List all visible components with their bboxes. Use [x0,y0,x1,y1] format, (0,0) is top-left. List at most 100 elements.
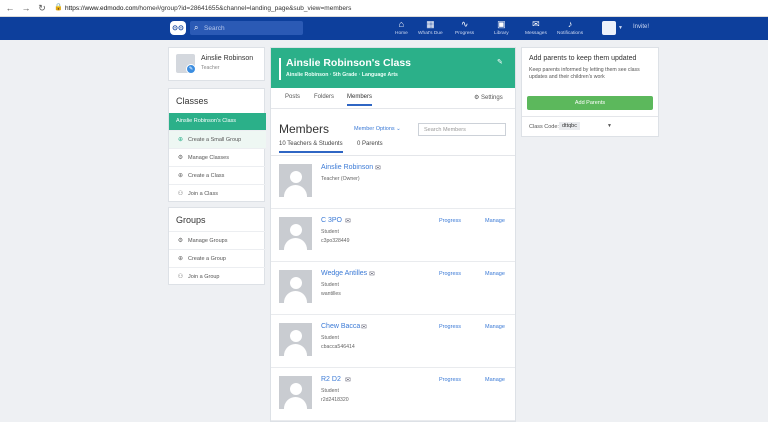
subtab-teachers-students[interactable]: 10 Teachers & Students [279,141,343,153]
parents-description: Keep parents informed by letting them se… [529,67,640,80]
search-input[interactable] [204,24,294,32]
nav-messages[interactable]: ✉ Messages [525,19,547,39]
header-accent-bar [279,58,281,80]
tab-posts[interactable]: Posts [285,94,300,100]
avatar-head [290,171,302,183]
member-options-dropdown[interactable]: Member Options ⌄ [354,126,401,132]
forward-arrow-icon[interactable]: → [20,2,32,14]
gear-icon: ⚙ [177,155,184,161]
classes-panel: Classes Ainslie Robinson's Class ⊕ Creat… [168,88,266,202]
parents-heading: Add parents to keep them updated [529,55,637,62]
settings-label: Settings [481,95,503,101]
member-role: Student [321,335,339,341]
search-members-input[interactable] [418,123,506,136]
member-avatar[interactable] [279,323,312,356]
avatar-body [284,185,307,197]
avatar-body [284,238,307,250]
profile-name[interactable]: Ainslie Robinson [201,55,253,62]
menu-label: Create a Class [188,172,225,179]
url-host: https://www.edmodo.com [65,4,138,12]
join-group-button[interactable]: ⚇ Join a Group [169,267,266,285]
library-icon: ▣ [497,19,506,29]
manage-groups-button[interactable]: ⚙ Manage Groups [169,231,266,249]
member-row: R2 D2 ✉ Student r2d2418320 Progress Mana… [271,368,515,421]
manage-link[interactable]: Manage [485,324,505,330]
nav-progress[interactable]: ∿ Progress [455,19,474,39]
nav-notifications[interactable]: ♪ Notifications [557,19,583,39]
user-avatar[interactable] [602,21,616,35]
invite-link[interactable]: Invite! [633,24,649,30]
nav-label: Home [395,31,408,36]
tab-folders[interactable]: Folders [314,94,334,100]
progress-link[interactable]: Progress [439,377,461,383]
class-title: Ainslie Robinson's Class [286,57,412,69]
sidebar-item-active-class[interactable]: Ainslie Robinson's Class [169,113,266,130]
progress-link[interactable]: Progress [439,218,461,224]
member-avatar[interactable] [279,270,312,303]
join-class-button[interactable]: ⚇ Join a Class [169,184,266,202]
reload-icon[interactable]: ↻ [36,2,48,14]
manage-link[interactable]: Manage [485,218,505,224]
chevron-down-icon[interactable]: ▼ [607,123,612,129]
tab-members[interactable]: Members [347,94,373,106]
back-arrow-icon[interactable]: ← [4,2,16,14]
create-group-button[interactable]: ⊕ Create a Group [169,249,266,267]
manage-classes-button[interactable]: ⚙ Manage Classes [169,148,266,166]
class-main-panel: Ainslie Robinson's Class Ainslie Robinso… [270,47,516,422]
nav-label: Library [494,31,509,36]
member-name[interactable]: R2 D2 [321,376,341,383]
member-avatar[interactable] [279,164,312,197]
address-bar[interactable]: https://www.edmodo.com/home#/group?id=28… [65,5,351,12]
gear-icon: ⚙ [474,95,482,101]
member-name[interactable]: Chew Bacca [321,323,360,330]
home-icon: ⌂ [398,19,405,29]
members-heading: Members [279,122,330,136]
avatar-head [290,330,302,342]
add-parents-button[interactable]: Add Parents [527,96,653,110]
progress-link[interactable]: Progress [439,324,461,330]
subtab-parents[interactable]: 0 Parents [357,141,383,147]
member-avatar[interactable] [279,217,312,250]
progress-link[interactable]: Progress [439,271,461,277]
plus-circle-icon: ⊕ [177,256,184,262]
envelope-icon[interactable]: ✉ [345,376,351,384]
edit-pencil-icon[interactable]: ✎ [497,58,503,66]
people-icon: ⚇ [177,274,184,280]
menu-label: Join a Group [188,273,220,280]
profile-role: Teacher [201,65,220,71]
envelope-icon[interactable]: ✉ [345,217,351,225]
settings-link[interactable]: ⚙ Settings [474,94,503,101]
member-username: r2d2418320 [321,397,349,403]
edmodo-logo-icon[interactable]: ⊙⊙ [170,21,186,35]
envelope-icon[interactable]: ✉ [369,270,375,278]
manage-link[interactable]: Manage [485,377,505,383]
top-navigation: ⊙⊙ ⌕ ⌂ Home ▦ What's Due ∿ Progress ▣ Li… [0,17,768,40]
member-username: cbacca546414 [321,344,355,350]
member-name[interactable]: C 3PO [321,217,342,224]
chevron-down-icon[interactable]: ▼ [618,25,623,31]
teacher-badge-icon: ✎ [186,64,196,74]
avatar-body [284,291,307,303]
create-class-button[interactable]: ⊕ Create a Class [169,166,266,184]
member-name[interactable]: Wedge Antilles [321,270,367,277]
global-search[interactable]: ⌕ [190,21,303,35]
nav-label: Messages [525,31,547,36]
envelope-icon[interactable]: ✉ [375,164,381,172]
envelope-icon[interactable]: ✉ [361,323,367,331]
manage-link[interactable]: Manage [485,271,505,277]
member-row: C 3PO ✉ Student c3po328449 Progress Mana… [271,209,515,262]
member-role: Student [321,229,339,235]
member-avatar[interactable] [279,376,312,409]
nav-home[interactable]: ⌂ Home [395,19,408,39]
nav-library[interactable]: ▣ Library [494,19,509,39]
menu-label: Create a Group [188,255,226,262]
plus-circle-icon: ⊕ [177,173,184,179]
nav-label: Notifications [557,31,584,36]
create-small-group-button[interactable]: ⊕ Create a Small Group [169,130,266,148]
menu-label: Manage Classes [188,154,229,161]
parents-panel: Add parents to keep them updated Keep pa… [521,47,659,137]
calendar-icon: ▦ [426,19,435,29]
nav-whats-due[interactable]: ▦ What's Due [418,19,443,39]
member-name[interactable]: Ainslie Robinson [321,164,373,171]
classes-title: Classes [176,96,209,106]
